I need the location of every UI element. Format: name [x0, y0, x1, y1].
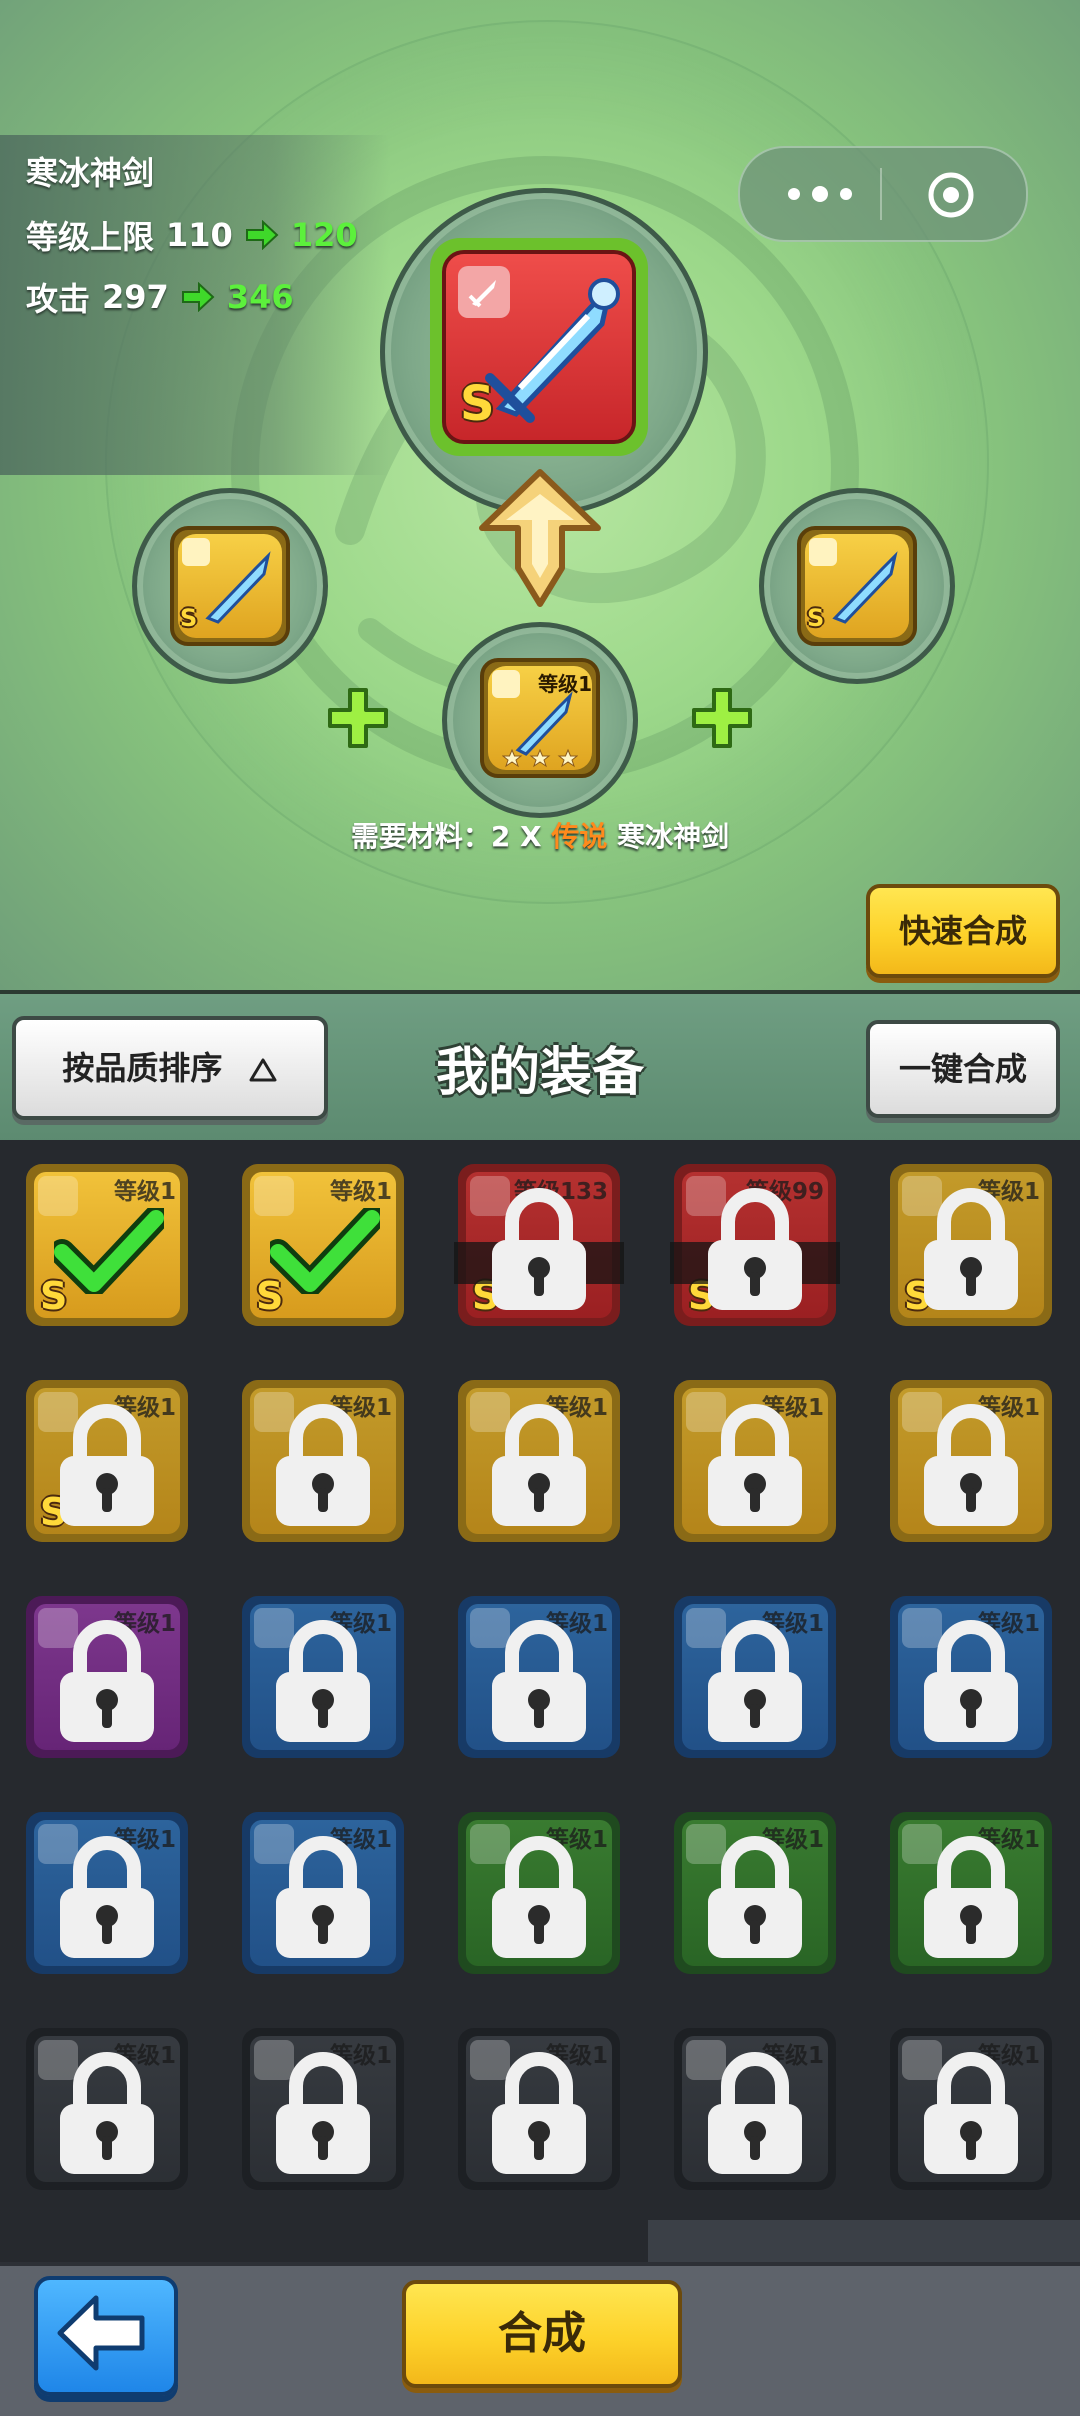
lock-icon	[276, 1836, 370, 1958]
level-cap-current: 110	[166, 216, 233, 254]
inventory-item[interactable]: 等级1	[890, 1812, 1052, 1974]
lock-icon	[924, 2052, 1018, 2174]
lock-icon	[60, 1836, 154, 1958]
lock-icon	[60, 1404, 154, 1526]
inventory-item[interactable]: 等级1	[890, 1596, 1052, 1758]
lock-icon	[492, 1836, 586, 1958]
lock-icon	[492, 1620, 586, 1742]
inventory-item[interactable]: 等级1	[890, 1380, 1052, 1542]
requirement-prefix: 需要材料：2 X	[350, 820, 542, 853]
material-card-center[interactable]: 等级1	[480, 658, 600, 778]
quick-merge-button[interactable]: 快速合成	[866, 884, 1060, 978]
inventory-item[interactable]: 等级1	[458, 2028, 620, 2190]
attack-current: 297	[102, 278, 169, 316]
merge-button[interactable]: 合成	[402, 2280, 682, 2388]
material-card-right[interactable]: S	[797, 526, 917, 646]
lock-icon	[276, 1620, 370, 1742]
ice-sword-icon	[832, 551, 898, 624]
attack-row: 攻击 297 346	[26, 274, 294, 320]
lock-icon	[708, 1188, 802, 1310]
inventory-item[interactable]: 等级1	[458, 1596, 620, 1758]
inventory-item[interactable]: 等级1 S	[242, 1164, 404, 1326]
inventory-item[interactable]: 等级1	[674, 1812, 836, 1974]
inventory-item[interactable]: 等级1	[674, 1380, 836, 1542]
inventory-item[interactable]: 等级1	[674, 1596, 836, 1758]
lock-icon	[492, 2052, 586, 2174]
grade-letter: S	[180, 604, 198, 632]
inventory-item[interactable]: 等级1	[674, 2028, 836, 2190]
inventory-item[interactable]: 等级133 S	[454, 1164, 624, 1326]
checkmark-icon	[270, 1208, 380, 1294]
level-cap-label: 等级上限	[26, 218, 155, 256]
inventory-item[interactable]: 等级1	[890, 2028, 1052, 2190]
lock-icon	[492, 1404, 586, 1526]
back-arrow-icon	[57, 2295, 145, 2371]
level-cap-new: 120	[290, 216, 358, 254]
inventory-item[interactable]: 等级1	[242, 1380, 404, 1542]
star-rating-icon	[502, 748, 578, 768]
grade-letter: S	[807, 604, 825, 632]
more-dots-icon[interactable]	[780, 178, 860, 210]
inventory-item[interactable]: 等级1	[242, 1596, 404, 1758]
item-level: 等级1	[113, 1179, 176, 1205]
lock-icon	[60, 1620, 154, 1742]
requirement-rarity: 传说	[551, 820, 608, 853]
upgrade-arrow-icon	[479, 469, 601, 607]
inventory-item[interactable]: 等级1	[26, 2028, 188, 2190]
back-button[interactable]	[34, 2276, 178, 2396]
material-requirement: 需要材料：2 X 传说 寒冰神剑	[0, 815, 1080, 855]
increase-arrow-icon	[181, 282, 215, 312]
scroll-edge	[648, 2220, 1080, 2262]
requirement-item: 寒冰神剑	[617, 820, 730, 853]
lock-icon	[708, 1836, 802, 1958]
material-card-left[interactable]: S	[170, 526, 290, 646]
item-level: 等级1	[329, 1179, 392, 1205]
inventory-item[interactable]: 等级1	[242, 2028, 404, 2190]
result-item-card[interactable]: S	[430, 238, 648, 456]
inventory-item[interactable]: 等级1 S	[890, 1164, 1052, 1326]
inventory-item[interactable]: 等级1	[26, 1812, 188, 1974]
lock-icon	[708, 1404, 802, 1526]
inventory-grid: 等级1 S 等级1 S 等级133 S 等级99 S 等级1 S 等级1 S 等级1 等级1 等级1 等级1 等…	[0, 1140, 1080, 2262]
mini-program-capsule	[738, 146, 1028, 242]
inventory-item[interactable]: 等级1 S	[26, 1164, 188, 1326]
increase-arrow-icon	[245, 220, 279, 250]
inventory-item[interactable]: 等级1	[458, 1380, 620, 1542]
lock-icon	[276, 2052, 370, 2174]
level-cap-row: 等级上限 110 120	[26, 212, 358, 258]
merge-all-button[interactable]: 一键合成	[866, 1020, 1060, 1118]
capsule-divider	[880, 168, 882, 220]
target-icon[interactable]	[926, 170, 976, 220]
ice-sword-icon	[205, 551, 271, 624]
inventory-item[interactable]: 等级99 S	[670, 1164, 840, 1326]
checkmark-icon	[54, 1208, 164, 1294]
lock-icon	[276, 1404, 370, 1526]
lock-icon	[708, 1620, 802, 1742]
lock-icon	[924, 1404, 1018, 1526]
lock-icon	[924, 1836, 1018, 1958]
lock-icon	[924, 1620, 1018, 1742]
inventory-item[interactable]: 等级1	[26, 1596, 188, 1758]
grade-letter: S	[460, 376, 495, 432]
attack-new: 346	[226, 278, 294, 316]
inventory-item[interactable]: 等级1	[458, 1812, 620, 1974]
lock-icon	[708, 2052, 802, 2174]
attack-label: 攻击	[26, 280, 91, 318]
inventory-item[interactable]: 等级1	[242, 1812, 404, 1974]
plus-icon	[692, 688, 752, 748]
lock-icon	[60, 2052, 154, 2174]
lock-icon	[492, 1188, 586, 1310]
inventory-item[interactable]: 等级1 S	[26, 1380, 188, 1542]
item-name: 寒冰神剑	[26, 154, 155, 192]
lock-icon	[924, 1188, 1018, 1310]
plus-icon	[328, 688, 388, 748]
